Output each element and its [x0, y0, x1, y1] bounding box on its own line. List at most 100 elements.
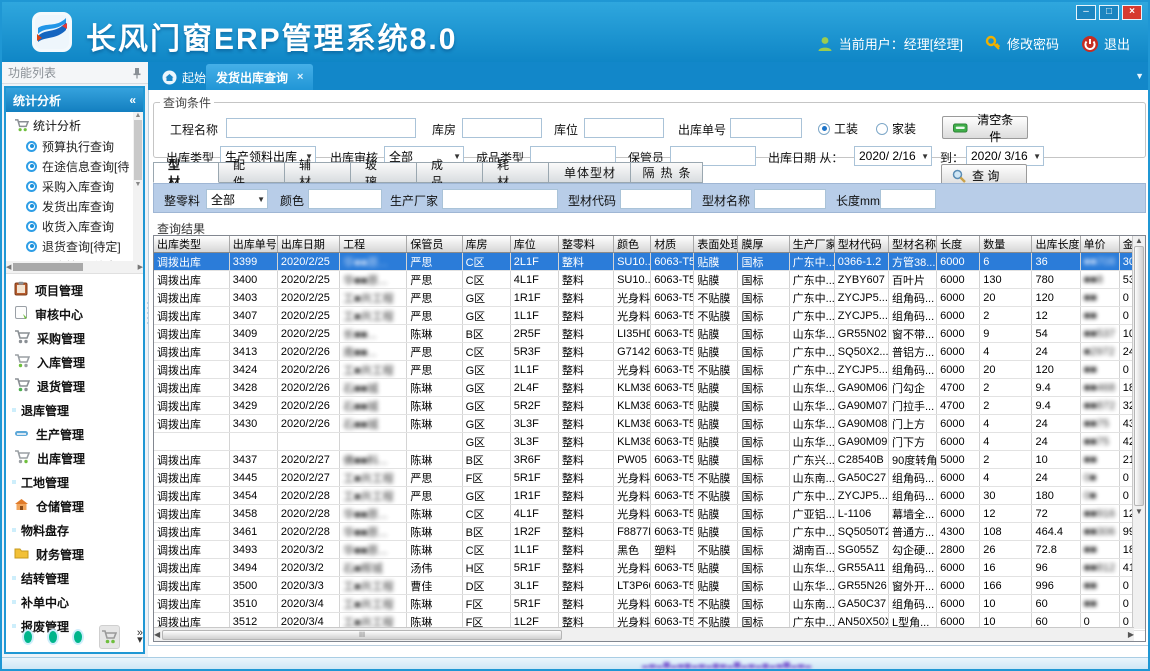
table-row[interactable]: 调拨出库34282020/2/26石■■城陈琳G区2L4F整料KLM381760… [154, 379, 1146, 397]
color-input[interactable] [308, 189, 382, 209]
material-tab-3[interactable]: 辅材 [285, 162, 351, 183]
sidebar-item-6[interactable]: 退库管理 [6, 398, 143, 422]
overflow-chevron[interactable]: »▾ [137, 630, 143, 644]
column-header[interactable]: 膜厚 [738, 236, 789, 253]
column-header[interactable]: 库房 [462, 236, 510, 253]
tree-item[interactable]: 采购入库查询 [26, 176, 143, 196]
tab-close-icon[interactable]: × [297, 71, 303, 83]
table-row[interactable]: 调拨出库34002020/2/25华■■原...严思C区4L1F整料SU10..… [154, 271, 1146, 289]
table-horizontal-scrollbar[interactable]: ◀⦀⦀▶ [154, 627, 1134, 641]
tab-list-caret-icon[interactable]: ▼ [1135, 71, 1144, 81]
manufacturer-input[interactable] [442, 189, 558, 209]
profile-name-input[interactable] [754, 189, 826, 209]
column-header[interactable]: 单价 [1080, 236, 1119, 253]
sidebar-item-3[interactable]: 采购管理 [6, 326, 143, 350]
sidebar-item-11[interactable]: 物料盘存 [6, 518, 143, 542]
sidebar-item-14[interactable]: 补单中心 [6, 590, 143, 614]
minimize-button[interactable]: – [1076, 5, 1096, 20]
sidebar-item-10[interactable]: 仓储管理 [6, 494, 143, 518]
table-row[interactable]: 调拨出库33992020/2/25华■■原...严思C区2L1F整料SU10..… [154, 253, 1146, 271]
table-row[interactable]: 调拨出库34242020/2/26工■共工程严思G区1L1F整料光身料6063-… [154, 361, 1146, 379]
tree-item[interactable]: 预算执行查询 [26, 136, 143, 156]
tree-vertical-scrollbar[interactable]: ▲▼ [133, 112, 143, 262]
tree-item[interactable]: 退货查询[待定] [26, 236, 143, 256]
tree-item[interactable]: 收货入库查询 [26, 216, 143, 236]
order-no-input[interactable] [730, 118, 802, 138]
clear-conditions-button[interactable]: 清空条件 [942, 116, 1028, 139]
sidebar-item-1[interactable]: 项目管理 [6, 278, 143, 302]
sidebar-section-statistics[interactable]: 统计分析 « [6, 88, 143, 112]
column-header[interactable]: 出库日期 [277, 236, 339, 253]
maximize-button[interactable]: □ [1099, 5, 1119, 20]
module-dot-icon[interactable] [24, 631, 32, 643]
sidebar-item-2[interactable]: 审核中心 [6, 302, 143, 326]
radio-home[interactable]: 家装 [876, 120, 916, 137]
module-dot-icon[interactable] [74, 631, 82, 643]
material-tab-7[interactable]: 单体型材 [549, 162, 631, 183]
table-row[interactable]: 调拨出库34942020/3/2石■辉城汤伟H区5R1F整料光身料6063-T5… [154, 559, 1146, 577]
table-row[interactable]: 调拨出库34302020/2/26石■■城陈琳G区3L3F整料KLM381760… [154, 415, 1146, 433]
tab-shipment-outbound-query[interactable]: 发货出库查询 × [206, 64, 313, 90]
column-header[interactable]: 库位 [510, 236, 558, 253]
sidebar-item-7[interactable]: 生产管理 [6, 422, 143, 446]
profile-code-input[interactable] [620, 189, 692, 209]
column-header[interactable]: 数量 [980, 236, 1032, 253]
material-tab-8[interactable]: 隔热条 [631, 162, 703, 183]
table-vertical-scrollbar[interactable]: ▲▼ [1132, 236, 1145, 629]
material-tab-5[interactable]: 成品 [417, 162, 483, 183]
whole-part-select[interactable]: 全部▼ [206, 189, 268, 209]
table-row[interactable]: 调拨出库34072020/2/25工■共工程严思G区1L1F整料光身料6063-… [154, 307, 1146, 325]
sidebar-item-9[interactable]: 工地管理 [6, 470, 143, 494]
table-row[interactable]: 调拨出库34092020/2/25长■■...陈琳B区2R5F整料LI35HD6… [154, 325, 1146, 343]
logout-button[interactable]: 退出 [1081, 34, 1130, 53]
table-row[interactable]: 调拨出库34612020/2/28华■■原...陈琳B区1R2F整料F8877F… [154, 523, 1146, 541]
material-tab-4[interactable]: 玻璃 [351, 162, 417, 183]
column-header[interactable]: 型材名称 [888, 236, 936, 253]
collapse-icon[interactable]: « [129, 93, 136, 107]
module-dot-icon[interactable] [49, 631, 57, 643]
column-header[interactable]: 颜色 [614, 236, 651, 253]
sidebar-item-12[interactable]: 财务管理 [6, 542, 143, 566]
date-from-picker[interactable]: 2020/ 2/16▼ [854, 146, 932, 166]
table-row[interactable]: 调拨出库34032020/2/25工■共工程严思G区1R1F整料光身料6063-… [154, 289, 1146, 307]
radio-industrial[interactable]: 工装 [818, 120, 858, 137]
column-header[interactable]: 型材代码 [834, 236, 888, 253]
date-to-picker[interactable]: 2020/ 3/16▼ [966, 146, 1044, 166]
sidebar-item-8[interactable]: 出库管理 [6, 446, 143, 470]
location-input[interactable] [584, 118, 664, 138]
column-header[interactable]: 出库单号 [229, 236, 277, 253]
table-row[interactable]: 调拨出库34132020/2/26南■■...严思C区5R3F整料G714226… [154, 343, 1146, 361]
close-button[interactable]: × [1122, 5, 1142, 20]
length-input[interactable] [880, 189, 936, 209]
table-row[interactable]: G区3L3F整料KLM38176063-T5贴膜国标山东华...GA90M09.… [154, 433, 1146, 451]
table-row[interactable]: 调拨出库34542020/2/28工■共工程严思G区1R1F整料光身料6063-… [154, 487, 1146, 505]
column-header[interactable]: 工程 [340, 236, 407, 253]
tree-item[interactable]: 发货出库查询 [26, 196, 143, 216]
column-header[interactable]: 出库类型 [154, 236, 229, 253]
column-header[interactable]: 整零料 [558, 236, 613, 253]
tree-root-statistics[interactable]: 统计分析 [6, 112, 143, 136]
column-header[interactable]: 长度 [937, 236, 980, 253]
table-row[interactable]: 调拨出库34932020/3/2华■■原...陈琳C区1L1F整料黑色塑料不贴膜… [154, 541, 1146, 559]
tree-item[interactable]: 在途信息查询[待 [26, 156, 143, 176]
cart-module-button[interactable] [99, 625, 120, 649]
change-password-button[interactable]: 修改密码 [985, 34, 1059, 53]
sidebar-item-13[interactable]: 结转管理 [6, 566, 143, 590]
material-tab-2[interactable]: 配件 [219, 162, 285, 183]
table-row[interactable]: 调拨出库34292020/2/26石■■城陈琳G区5R2F整料KLM381760… [154, 397, 1146, 415]
table-row[interactable]: 调拨出库34452020/2/27工■共工程严思F区5R1F整料光身料6063-… [154, 469, 1146, 487]
column-header[interactable]: 出库长度 [1032, 236, 1080, 253]
table-row[interactable]: 调拨出库35102020/3/4工■共工程陈琳F区5R1F整料光身料6063-T… [154, 595, 1146, 613]
material-tab-6[interactable]: 耗材 [483, 162, 549, 183]
column-header[interactable]: 生产厂家 [789, 236, 834, 253]
column-header[interactable]: 材质 [651, 236, 694, 253]
warehouse-input[interactable] [462, 118, 542, 138]
sidebar-item-5[interactable]: 退货管理 [6, 374, 143, 398]
tree-horizontal-scrollbar[interactable]: ◀▶ [6, 261, 143, 273]
column-header[interactable]: 表面处理 [694, 236, 738, 253]
table-row[interactable]: 调拨出库34582020/2/28华■■原...陈琳C区4L1F整料光身料606… [154, 505, 1146, 523]
material-tab-1[interactable]: 型材 [153, 162, 219, 183]
pin-icon[interactable] [132, 67, 142, 79]
column-header[interactable]: 保管员 [407, 236, 462, 253]
project-name-input[interactable] [226, 118, 416, 138]
